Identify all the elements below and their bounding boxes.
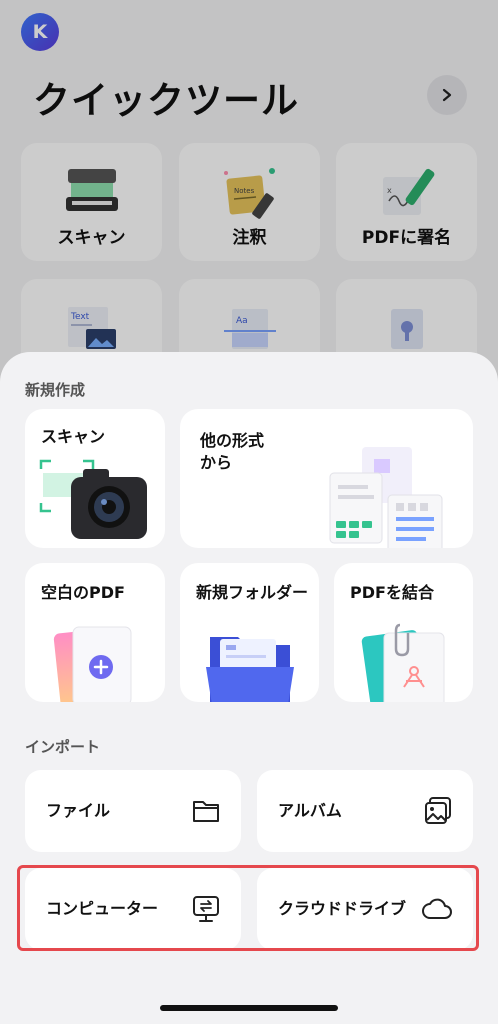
add-page-icon — [53, 626, 132, 702]
merge-documents-icon — [361, 623, 445, 702]
other-format-label-line2: から — [200, 453, 233, 472]
camera-icon — [39, 459, 147, 539]
computer-transfer-icon — [193, 896, 219, 922]
import-album-button[interactable]: アルバム — [257, 770, 473, 852]
documents-icon — [329, 447, 443, 548]
blank-pdf-label: 空白のPDF — [41, 583, 125, 602]
folder-outline-icon — [193, 801, 219, 822]
import-cloud-drive-button[interactable]: クラウドドライブ — [257, 868, 473, 950]
import-file-button[interactable]: ファイル — [25, 770, 241, 852]
folder-icon — [206, 637, 294, 702]
scan-tile-label: スキャン — [41, 427, 106, 446]
import-section-title: インポート — [25, 738, 101, 756]
home-indicator[interactable] — [160, 1005, 338, 1011]
import-computer-label: コンピューター — [46, 899, 159, 918]
import-file-label: ファイル — [46, 801, 111, 820]
other-format-label-line1: 他の形式 — [200, 431, 265, 450]
new-create-sheet: 新規作成 スキャン 他の形式 から 空白のPDF 新規フォルダー PDFを結合 … — [0, 352, 498, 1024]
import-album-label: アルバム — [278, 801, 342, 820]
merge-pdf-tile[interactable]: PDFを結合 — [334, 563, 473, 702]
photo-album-icon — [425, 797, 451, 824]
import-computer-button[interactable]: コンピューター — [25, 868, 241, 950]
from-other-format-tile[interactable]: 他の形式 から — [180, 409, 473, 548]
create-section-title: 新規作成 — [25, 381, 86, 399]
new-folder-tile[interactable]: 新規フォルダー — [180, 563, 319, 702]
cloud-icon — [422, 898, 452, 919]
new-folder-label: 新規フォルダー — [196, 583, 309, 602]
blank-pdf-tile[interactable]: 空白のPDF — [25, 563, 165, 702]
scan-tile[interactable]: スキャン — [25, 409, 165, 548]
merge-pdf-label: PDFを結合 — [350, 583, 434, 602]
import-cloud-drive-label: クラウドドライブ — [278, 899, 407, 918]
